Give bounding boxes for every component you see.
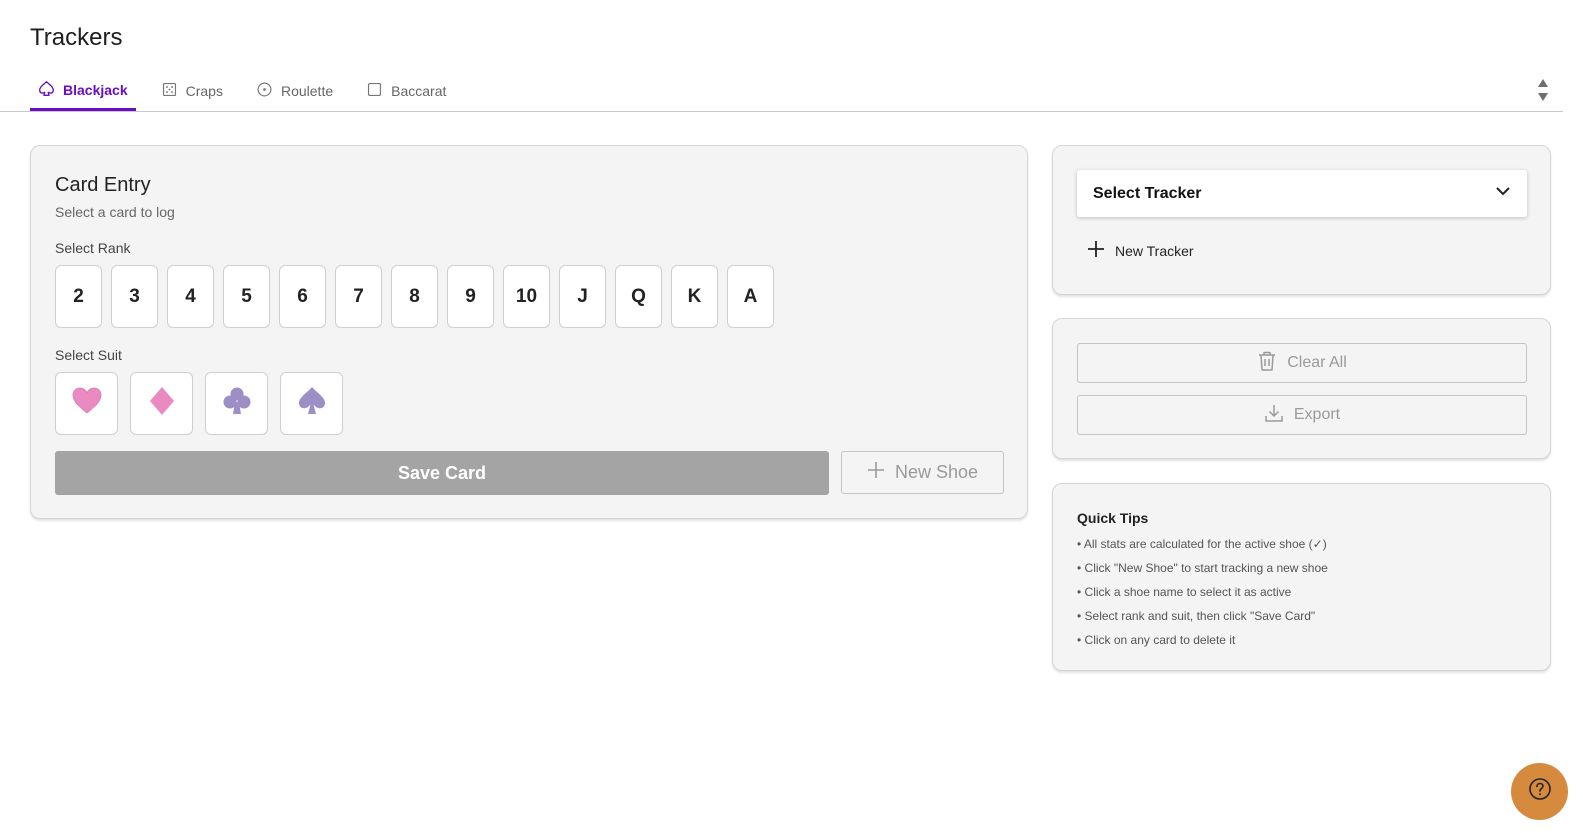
- spade-outline-icon: [38, 80, 55, 100]
- rank-button-10[interactable]: 10: [503, 265, 550, 328]
- rank-button-a[interactable]: A: [727, 265, 774, 328]
- tip-item: • All stats are calculated for the activ…: [1077, 537, 1327, 551]
- suit-button-hearts[interactable]: [55, 372, 118, 435]
- suit-button-diamonds[interactable]: [130, 372, 193, 435]
- rank-button-3[interactable]: 3: [111, 265, 158, 328]
- help-button[interactable]: [1511, 763, 1568, 820]
- page-title: Trackers: [30, 24, 123, 51]
- rank-button-2[interactable]: 2: [55, 265, 102, 328]
- card-entry-subtitle: Select a card to log: [55, 204, 175, 220]
- tab-scroll-buttons[interactable]: [1537, 79, 1549, 107]
- help-icon: [1528, 777, 1552, 806]
- tab-label: Baccarat: [391, 83, 447, 99]
- rank-button-k[interactable]: K: [671, 265, 718, 328]
- tab-craps[interactable]: Craps: [153, 72, 231, 110]
- tip-item: • Select rank and suit, then click "Save…: [1077, 609, 1316, 623]
- quick-tips-list: • All stats are calculated for the activ…: [1077, 536, 1328, 656]
- export-label: Export: [1293, 406, 1341, 423]
- tracker-panel: Select Tracker New Tracker: [1052, 145, 1551, 295]
- plus-icon: [1087, 240, 1105, 261]
- select-tracker-dropdown[interactable]: Select Tracker: [1077, 170, 1527, 217]
- trash-icon: [1257, 350, 1277, 377]
- rank-button-7[interactable]: 7: [335, 265, 382, 328]
- tip-item: • Click "New Shoe" to start tracking a n…: [1077, 561, 1328, 575]
- heart-icon: [70, 384, 104, 423]
- game-tabs: Blackjack Craps Roulette Baccarat: [30, 72, 471, 112]
- clear-all-button[interactable]: Clear All: [1077, 343, 1527, 383]
- new-tracker-label: New Tracker: [1115, 242, 1194, 259]
- save-card-button[interactable]: Save Card: [55, 451, 829, 495]
- select-tracker-label: Select Tracker: [1093, 184, 1202, 202]
- tab-label: Craps: [185, 83, 223, 99]
- rank-button-9[interactable]: 9: [447, 265, 494, 328]
- tab-label: Roulette: [280, 83, 334, 99]
- rank-button-j[interactable]: J: [559, 265, 606, 328]
- new-shoe-button[interactable]: New Shoe: [841, 451, 1004, 494]
- rank-button-6[interactable]: 6: [279, 265, 326, 328]
- quick-tips-panel: Quick Tips • All stats are calculated fo…: [1052, 483, 1551, 671]
- tab-blackjack[interactable]: Blackjack: [30, 72, 136, 111]
- diamond-icon: [145, 384, 179, 423]
- suit-button-spades[interactable]: [280, 372, 343, 435]
- clear-all-label: Clear All: [1287, 354, 1347, 371]
- rank-button-8[interactable]: 8: [391, 265, 438, 328]
- export-button[interactable]: Export: [1077, 395, 1527, 435]
- chevron-down-icon: [1495, 183, 1511, 204]
- tab-baccarat[interactable]: Baccarat: [358, 72, 454, 110]
- roulette-icon: [256, 81, 273, 101]
- actions-panel: Clear All Export: [1052, 318, 1551, 459]
- tab-roulette[interactable]: Roulette: [248, 72, 341, 110]
- suit-buttons: [55, 372, 343, 435]
- tip-item: • Click a shoe name to select it as acti…: [1077, 585, 1292, 599]
- download-icon: [1264, 403, 1284, 428]
- rank-button-4[interactable]: 4: [167, 265, 214, 328]
- new-tracker-button[interactable]: New Tracker: [1087, 240, 1194, 261]
- select-suit-label: Select Suit: [55, 347, 122, 363]
- tab-label: Blackjack: [63, 82, 128, 98]
- new-shoe-label: New Shoe: [894, 462, 979, 482]
- spade-icon: [295, 384, 329, 423]
- scroll-up-icon[interactable]: [1538, 79, 1548, 87]
- rank-button-5[interactable]: 5: [223, 265, 270, 328]
- select-rank-label: Select Rank: [55, 240, 131, 256]
- suit-button-clubs[interactable]: [205, 372, 268, 435]
- card-entry-title: Card Entry: [55, 174, 151, 196]
- rank-button-q[interactable]: Q: [615, 265, 662, 328]
- tip-item: • Click on any card to delete it: [1077, 633, 1236, 647]
- square-icon: [366, 81, 383, 101]
- tabs-divider: [0, 111, 1563, 112]
- rank-buttons: 2 3 4 5 6 7 8 9 10 J Q K A: [55, 265, 774, 328]
- club-icon: [220, 384, 254, 423]
- quick-tips-title: Quick Tips: [1077, 510, 1149, 526]
- plus-icon: [867, 461, 885, 484]
- card-entry-panel: Card Entry Select a card to log Select R…: [30, 145, 1028, 519]
- dice-icon: [161, 81, 178, 101]
- scroll-down-icon[interactable]: [1538, 93, 1548, 101]
